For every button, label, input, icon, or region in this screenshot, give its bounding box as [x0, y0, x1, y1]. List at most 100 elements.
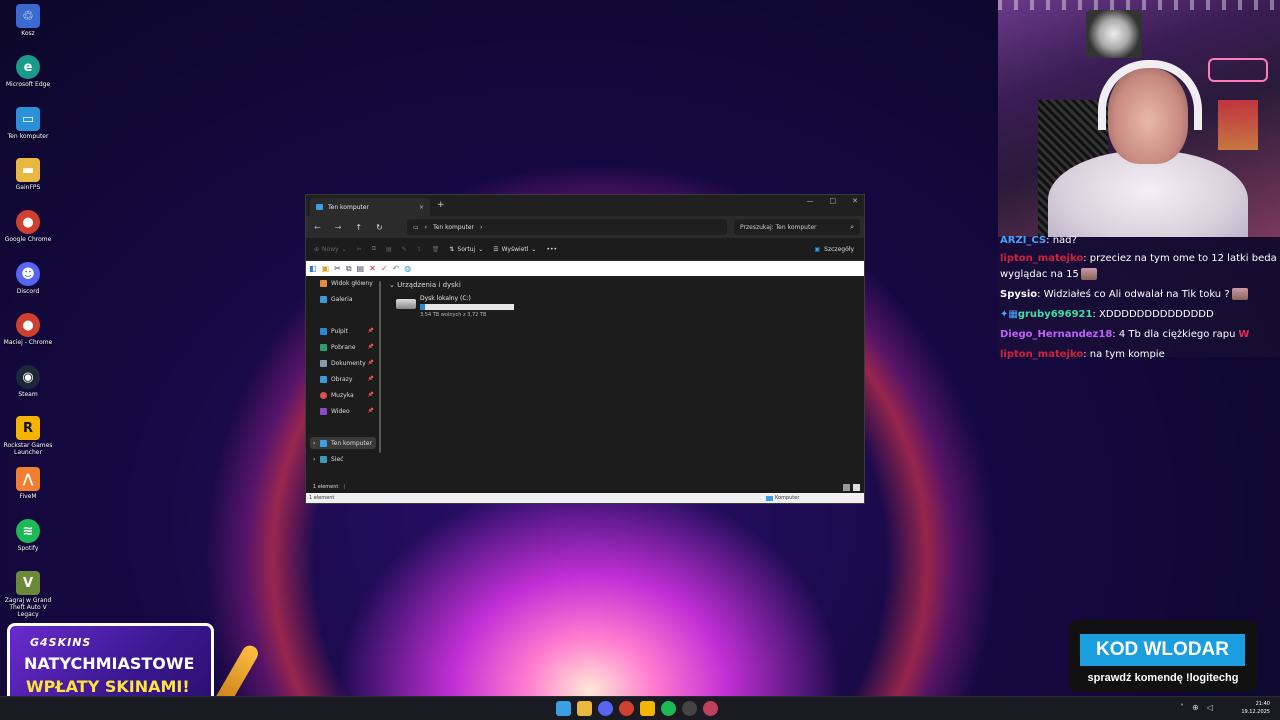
file-explorer-icon[interactable]: [577, 701, 592, 716]
cut-icon[interactable]: ✂: [334, 264, 341, 273]
delete-icon[interactable]: ✕: [369, 264, 376, 273]
sidebar-item-desktop[interactable]: Pulpit 📌: [320, 325, 376, 337]
pin-icon[interactable]: 📌: [368, 392, 374, 398]
sidebar-item-music[interactable]: Muzyka 📌: [320, 389, 376, 401]
minimize-icon[interactable]: —: [807, 197, 814, 205]
pin-icon[interactable]: 📌: [368, 328, 374, 334]
chrome-icon[interactable]: [619, 701, 634, 716]
properties-icon[interactable]: ▣: [322, 264, 330, 273]
sidebar-item-network[interactable]: › Sieć: [310, 453, 376, 465]
sidebar-item-home[interactable]: Widok główny: [320, 277, 376, 289]
chevron-right-icon[interactable]: ›: [480, 224, 482, 231]
sort-button[interactable]: ⇅ Sortuj ⌄: [449, 246, 483, 253]
sidebar-item-documents[interactable]: Dokumenty 📌: [320, 357, 376, 369]
undo-icon[interactable]: ↶: [393, 264, 400, 273]
network-icon[interactable]: ⊕: [1192, 703, 1199, 712]
desktop-icon-label: Kosz: [21, 30, 35, 37]
tab-this-pc[interactable]: Ten komputer ×: [310, 198, 430, 216]
sidebar-item-gallery[interactable]: Galeria: [320, 293, 376, 305]
forward-arrow-icon[interactable]: →: [335, 223, 342, 232]
maximize-icon[interactable]: □: [830, 197, 837, 205]
chevron-right-icon[interactable]: ›: [313, 440, 315, 447]
desktop-icon-fivem[interactable]: ⋀ FiveM: [0, 467, 56, 500]
rockstar-icon[interactable]: [640, 701, 655, 716]
view-button[interactable]: ☰ Wyświetl ⌄: [493, 246, 536, 253]
breadcrumb-this-pc[interactable]: Ten komputer: [433, 224, 474, 231]
pin-icon[interactable]: 📌: [368, 376, 374, 382]
desktop-icon-gta[interactable]: V Zagraj w Grand Theft Auto V Legacy: [0, 571, 56, 618]
music-icon: [320, 391, 327, 399]
cut-icon[interactable]: ✂: [357, 246, 362, 253]
check-icon[interactable]: ✓: [381, 264, 388, 273]
navigation-pane: Widok główny Galeria Pulpit 📌 Pobrane 📌 …: [306, 277, 382, 486]
section-header[interactable]: ⌄ Urządzenia i dyski: [389, 281, 461, 289]
discord-icon[interactable]: [598, 701, 613, 716]
item-count: 1 element: [313, 484, 339, 490]
tiles-view-icon[interactable]: [853, 483, 860, 491]
spotify-icon[interactable]: [661, 701, 676, 716]
details-pane-icon: ▣: [814, 245, 821, 253]
fivem-icon: ⋀: [16, 467, 40, 491]
desktop-icon-rockstar[interactable]: R Rockstar Games Launcher: [0, 416, 56, 456]
close-tab-icon[interactable]: ×: [419, 204, 424, 211]
sidebar-item-downloads[interactable]: Pobrane 📌: [320, 341, 376, 353]
desktop-icon-discord[interactable]: ☻ Discord: [0, 262, 56, 295]
file-explorer-window[interactable]: Ten komputer × + — □ ✕ ← → ↑ ↻ ▭ › Ten k…: [305, 194, 865, 504]
legacy-location-label: Komputer: [775, 495, 800, 501]
desktop-icon-maciej-chrome[interactable]: ● Maciej - Chrome: [0, 313, 56, 346]
more-options-button[interactable]: •••: [546, 246, 557, 253]
obs-icon[interactable]: [682, 701, 697, 716]
details-view-icon[interactable]: [843, 483, 850, 491]
search-input[interactable]: Przeszukaj: Ten komputer ⌕: [734, 219, 860, 235]
rename-icon[interactable]: ✎: [402, 246, 407, 253]
share-icon[interactable]: ⇪: [417, 246, 422, 253]
back-arrow-icon[interactable]: ←: [314, 223, 321, 232]
pin-icon[interactable]: 📌: [368, 360, 374, 366]
chevron-right-icon[interactable]: ›: [313, 456, 315, 463]
chat-text: : na tym kompie: [1083, 349, 1165, 360]
sponsor-line-1: NATYCHMIASTOWE: [24, 654, 195, 673]
sidebar-item-videos[interactable]: Wideo 📌: [320, 405, 376, 417]
delete-icon[interactable]: 🗑: [432, 246, 440, 253]
copy-icon[interactable]: ⧉: [346, 264, 352, 274]
paste-icon[interactable]: ▤: [386, 246, 392, 253]
hard-drive-icon: [396, 299, 416, 309]
new-tab-button[interactable]: +: [437, 200, 445, 210]
video-icon: [320, 407, 327, 415]
chat-username: lipton_matejko: [1000, 349, 1084, 360]
desktop-icon-edge[interactable]: e Microsoft Edge: [0, 55, 56, 88]
sidebar-scrollbar[interactable]: [379, 281, 381, 453]
new-button[interactable]: ⊕ Nowy ⌄: [314, 246, 347, 253]
desktop-icon-label: Ten komputer: [7, 133, 49, 140]
desktop-icon-spotify[interactable]: ≋ Spotify: [0, 519, 56, 552]
taskbar-apps: [556, 701, 718, 716]
layout-icon[interactable]: ◧: [309, 264, 317, 273]
chevron-up-icon[interactable]: ˄: [1180, 703, 1184, 712]
close-icon[interactable]: ✕: [852, 197, 858, 205]
drive-c[interactable]: Dysk lokalny (C:) 3,54 TB wolnych z 3,72…: [396, 295, 514, 318]
sidebar-item-pictures[interactable]: Obrazy 📌: [320, 373, 376, 385]
computer-icon: [316, 204, 323, 210]
chrome-profile-icon[interactable]: [703, 701, 718, 716]
start-icon[interactable]: [556, 701, 571, 716]
desktop-icon-steam[interactable]: ◉ Steam: [0, 365, 56, 398]
desktop-icon-chrome[interactable]: ● Google Chrome: [0, 210, 56, 243]
globe-icon[interactable]: ◍: [404, 264, 411, 273]
pin-icon[interactable]: 📌: [368, 408, 374, 414]
system-tray: ˄ ⊕ ◁: [1180, 703, 1213, 712]
up-arrow-icon[interactable]: ↑: [355, 223, 362, 232]
address-bar[interactable]: ▭ › Ten komputer ›: [407, 219, 727, 235]
clock[interactable]: 21:40 19.12.2025: [1241, 700, 1270, 716]
paste-icon[interactable]: ▤: [357, 264, 365, 273]
drive-usage-fill: [420, 304, 425, 310]
desktop-icon-gainfps[interactable]: ▬ GainFPS: [0, 158, 56, 191]
pin-icon[interactable]: 📌: [368, 344, 374, 350]
desktop-icon-recycle-bin[interactable]: ♲ Kosz: [0, 4, 56, 37]
refresh-icon[interactable]: ↻: [376, 223, 383, 232]
chat-message: ✦▦gruby696921: XDDDDDDDDDDDDDD: [1000, 308, 1214, 321]
copy-icon[interactable]: ⧉: [372, 245, 376, 253]
sidebar-item-this-pc[interactable]: › Ten komputer: [310, 437, 376, 449]
desktop-icon-this-pc[interactable]: ▭ Ten komputer: [0, 107, 56, 140]
volume-icon[interactable]: ◁: [1207, 703, 1213, 712]
details-button[interactable]: ▣ Szczegóły: [814, 246, 854, 253]
